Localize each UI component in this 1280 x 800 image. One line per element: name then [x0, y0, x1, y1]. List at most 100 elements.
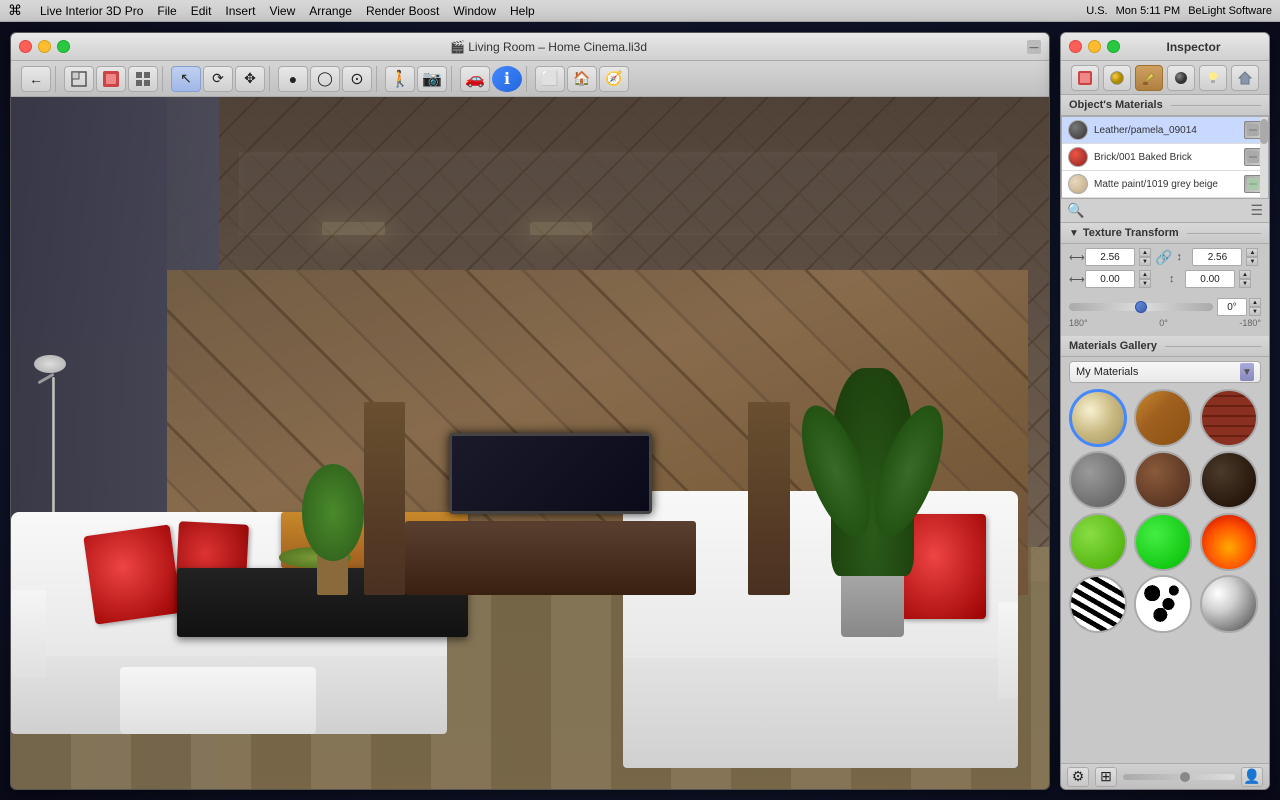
inspector-maximize[interactable] — [1107, 40, 1120, 53]
tab-texture[interactable] — [1167, 65, 1195, 91]
render-button[interactable] — [96, 66, 126, 92]
scale-y-down[interactable]: ▼ — [1246, 257, 1258, 266]
camera-button[interactable]: 📷 — [417, 66, 447, 92]
frame-button[interactable]: ⬜ — [535, 66, 565, 92]
gallery-item-spots[interactable] — [1134, 575, 1192, 633]
tab-paint[interactable] — [1135, 65, 1163, 91]
materials-scrollbar[interactable] — [1260, 117, 1268, 198]
gallery-item-concrete[interactable] — [1069, 451, 1127, 509]
menu-window[interactable]: Window — [453, 4, 496, 18]
person-button[interactable]: 👤 — [1241, 767, 1263, 787]
inspector-titlebar: Inspector — [1061, 33, 1269, 61]
section-divider-2 — [1187, 233, 1261, 234]
menubar-right: U.S. Mon 5:11 PM BeLight Software — [1086, 5, 1272, 17]
inspector-close[interactable] — [1069, 40, 1082, 53]
info-button[interactable]: ℹ — [492, 66, 522, 92]
options-icon[interactable]: ☰ — [1250, 202, 1263, 219]
rotation-stepper[interactable]: ▲ ▼ — [1249, 298, 1261, 316]
material-item-matte[interactable]: Matte paint/1019 grey beige — [1062, 171, 1268, 198]
apple-menu[interactable]: ⌘ — [8, 2, 22, 19]
gallery-item-green1[interactable] — [1069, 513, 1127, 571]
close-button[interactable] — [19, 40, 32, 53]
scale-x-up[interactable]: ▲ — [1139, 248, 1151, 257]
gallery-dropdown[interactable]: My Materials ▼ — [1069, 361, 1261, 383]
eyedropper-icon[interactable]: 🔍 — [1067, 202, 1084, 219]
scale-y-input[interactable]: 2.56 — [1192, 248, 1242, 266]
select-button[interactable]: ↖ — [171, 66, 201, 92]
rotation-input[interactable]: 0° — [1217, 298, 1247, 316]
app-name[interactable]: Live Interior 3D Pro — [40, 4, 143, 18]
tab-materials[interactable] — [1071, 65, 1099, 91]
offset-y-stepper[interactable]: ▲ ▼ — [1239, 270, 1251, 288]
menu-view[interactable]: View — [269, 4, 295, 18]
gallery-item-wood1[interactable] — [1134, 389, 1192, 447]
gallery-item-dark[interactable] — [1200, 451, 1258, 509]
bottom-slider-thumb[interactable] — [1180, 772, 1190, 782]
rotation-up[interactable]: ▲ — [1249, 298, 1261, 307]
compass-button[interactable]: 🧭 — [599, 66, 629, 92]
scale-y-up[interactable]: ▲ — [1246, 248, 1258, 257]
menu-file[interactable]: File — [157, 4, 176, 18]
scale-x-stepper[interactable]: ▲ ▼ — [1139, 248, 1151, 266]
frame-group: ⬜ 🏠 🧭 — [531, 66, 633, 92]
sphere-button[interactable]: ● — [278, 66, 308, 92]
material-item-leather[interactable]: Leather/pamela_09014 — [1062, 117, 1268, 144]
main-toolbar: ← ↖ ⟳ ✥ ● ◯ ⊙ — [11, 61, 1049, 97]
scale-x-input[interactable]: 2.56 — [1085, 248, 1135, 266]
tools-button[interactable] — [128, 66, 158, 92]
offset-y-down[interactable]: ▼ — [1239, 279, 1251, 288]
inspector-minimize[interactable] — [1088, 40, 1101, 53]
gallery-item-fire[interactable] — [1200, 513, 1258, 571]
gallery-item-zebra[interactable] — [1069, 575, 1127, 633]
plant — [821, 360, 925, 637]
leather-swatch — [1068, 120, 1088, 140]
scale-x-down[interactable]: ▼ — [1139, 257, 1151, 266]
rot-max: -180° — [1239, 318, 1261, 328]
house-button[interactable]: 🏠 — [567, 66, 597, 92]
torus-button[interactable]: ⊙ — [342, 66, 372, 92]
link-icon[interactable]: 🔗 — [1155, 249, 1172, 266]
grid-button[interactable]: ⊞ — [1095, 767, 1117, 787]
back-button[interactable]: ← — [21, 66, 51, 92]
offset-x-stepper[interactable]: ▲ ▼ — [1139, 270, 1151, 288]
rotation-thumb[interactable] — [1135, 301, 1147, 313]
viewport[interactable] — [11, 97, 1049, 789]
locale-indicator: U.S. — [1086, 5, 1107, 17]
scale-y-stepper[interactable]: ▲ ▼ — [1246, 248, 1258, 266]
minimize-button[interactable] — [38, 40, 51, 53]
rot-min: 180° — [1069, 318, 1088, 328]
offset-y-input[interactable]: 0.00 — [1185, 270, 1235, 288]
rotation-down[interactable]: ▼ — [1249, 307, 1261, 316]
bottom-slider[interactable] — [1123, 774, 1235, 780]
tab-light[interactable] — [1199, 65, 1227, 91]
scene-container — [11, 97, 1049, 789]
menu-arrange[interactable]: Arrange — [309, 4, 352, 18]
collapse-button[interactable]: — — [1027, 40, 1041, 54]
menu-edit[interactable]: Edit — [191, 4, 212, 18]
menu-help[interactable]: Help — [510, 4, 535, 18]
orbit-button[interactable]: ⟳ — [203, 66, 233, 92]
speaker-right — [748, 402, 790, 596]
gallery-item-ivory[interactable] — [1069, 389, 1127, 447]
gallery-item-chrome[interactable] — [1200, 575, 1258, 633]
gallery-item-brown[interactable] — [1134, 451, 1192, 509]
offset-x-up[interactable]: ▲ — [1139, 270, 1151, 279]
maximize-button[interactable] — [57, 40, 70, 53]
menu-render[interactable]: Render Boost — [366, 4, 439, 18]
walk-button[interactable]: 🚶 — [385, 66, 415, 92]
tab-sphere[interactable] — [1103, 65, 1131, 91]
gear-button[interactable]: ⚙ — [1067, 767, 1089, 787]
offset-x-input[interactable]: 0.00 — [1085, 270, 1135, 288]
ring-button[interactable]: ◯ — [310, 66, 340, 92]
car-button[interactable]: 🚗 — [460, 66, 490, 92]
gallery-item-brick[interactable] — [1200, 389, 1258, 447]
rotation-slider[interactable] — [1069, 303, 1213, 311]
offset-x-down[interactable]: ▼ — [1139, 279, 1151, 288]
move-button[interactable]: ✥ — [235, 66, 265, 92]
floor-plan-button[interactable] — [64, 66, 94, 92]
material-item-brick[interactable]: Brick/001 Baked Brick — [1062, 144, 1268, 171]
gallery-item-green2[interactable] — [1134, 513, 1192, 571]
menu-insert[interactable]: Insert — [225, 4, 255, 18]
offset-y-up[interactable]: ▲ — [1239, 270, 1251, 279]
tab-house[interactable] — [1231, 65, 1259, 91]
